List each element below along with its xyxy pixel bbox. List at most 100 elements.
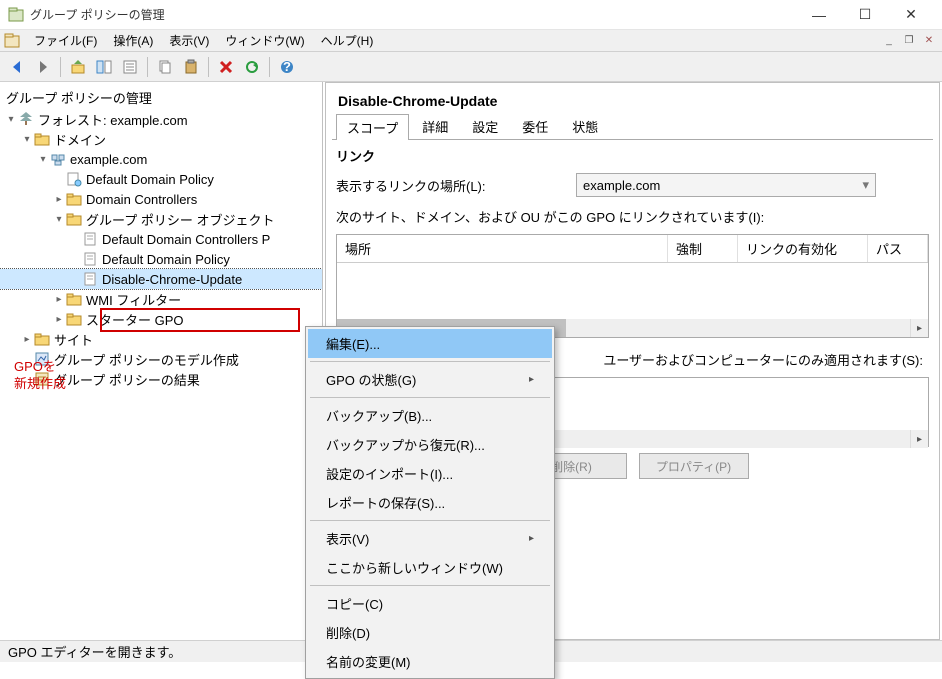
results-icon [34,371,50,387]
expander-icon[interactable]: ▸ [52,314,66,325]
tab-detail[interactable]: 詳細 [411,113,459,139]
up-button[interactable] [67,56,89,78]
tree-domain-example[interactable]: ▾ example.com [0,149,322,169]
scroll-right-button[interactable]: ▸ [910,430,928,448]
tree-domains[interactable]: ▾ ドメイン [0,129,322,149]
domain-icon [50,151,66,167]
menu-help[interactable]: ヘルプ(H) [313,30,382,51]
folder-icon [66,311,82,327]
cm-restore[interactable]: バックアップから復元(R)... [308,430,552,459]
tree-disable-chrome-update[interactable]: Disable-Chrome-Update [0,269,322,289]
folder-icon [66,211,82,227]
expander-icon[interactable]: ▾ [36,154,50,165]
menu-bar: ファイル(F) 操作(A) 表示(V) ウィンドウ(W) ヘルプ(H) _ ❐ … [0,30,942,52]
tree-gpo-folder[interactable]: ▾ グループ ポリシー オブジェクト [0,209,322,229]
menu-file[interactable]: ファイル(F) [26,30,105,51]
gpo-title: Disable-Chrome-Update [332,89,933,113]
window-title: グループ ポリシーの管理 [30,6,796,23]
svg-text:?: ? [283,59,291,74]
submenu-arrow-icon: ▸ [529,374,534,385]
col-location[interactable]: 場所 [337,235,668,262]
tree-modeling[interactable]: グループ ポリシーのモデル作成 [0,349,322,369]
link-location-label: 表示するリンクの場所(L): [336,176,566,195]
tab-scope[interactable]: スコープ [336,114,409,140]
menu-view[interactable]: 表示(V) [161,30,217,51]
expander-icon[interactable]: ▸ [20,334,34,345]
tree-results[interactable]: グループ ポリシーの結果 [0,369,322,389]
expander-icon[interactable]: ▾ [20,134,34,145]
cm-separator [310,585,550,586]
cm-new-window[interactable]: ここから新しいウィンドウ(W) [308,553,552,582]
menu-window[interactable]: ウィンドウ(W) [217,30,312,51]
tab-settings[interactable]: 設定 [461,113,509,139]
help-button[interactable]: ? [276,56,298,78]
gpo-icon [82,231,98,247]
tree-domain-controllers[interactable]: ▸ Domain Controllers [0,189,322,209]
mdi-minimize-button[interactable]: _ [880,32,898,50]
mmc-icon [4,33,20,49]
tree-sites[interactable]: ▸ サイト [0,329,322,349]
refresh-button[interactable] [241,56,263,78]
tree-wmi-filter[interactable]: ▸ WMI フィルター [0,289,322,309]
back-button[interactable] [6,56,28,78]
link-caption: 次のサイト、ドメイン、および OU がこの GPO にリンクされています(I): [332,201,933,234]
forest-icon [18,111,34,127]
properties-button[interactable]: プロパティ(P) [639,453,749,479]
link-location-value: example.com [583,178,660,193]
cm-copy[interactable]: コピー(C) [308,589,552,618]
tab-delegation[interactable]: 委任 [511,113,559,139]
gpo-link-icon [66,171,82,187]
col-force[interactable]: 強制 [668,235,738,262]
link-section-label: リンク [332,140,933,169]
expander-icon[interactable]: ▾ [52,214,66,225]
grid-body [337,263,928,319]
tab-status[interactable]: 状態 [561,113,609,139]
tree-root[interactable]: グループ ポリシーの管理 [0,86,322,109]
link-location-combo[interactable]: example.com ▾ [576,173,876,197]
tree-starter-gpo[interactable]: ▸ スターター GPO [0,309,322,329]
cm-view[interactable]: 表示(V)▸ [308,524,552,553]
cm-gpo-status[interactable]: GPO の状態(G)▸ [308,365,552,394]
menu-action[interactable]: 操作(A) [105,30,161,51]
tree-pane: グループ ポリシーの管理 ▾ フォレスト: example.com ▾ ドメイン [0,82,323,640]
col-path[interactable]: パス [868,235,928,262]
minimize-button[interactable]: — [796,0,842,30]
status-text: GPO エディターを開きます。 [8,642,181,661]
copy-button[interactable] [154,56,176,78]
maximize-button[interactable]: ☐ [842,0,888,30]
cm-separator [310,397,550,398]
cm-separator [310,361,550,362]
ou-icon [66,191,82,207]
expander-icon[interactable]: ▸ [52,294,66,305]
cm-save-report[interactable]: レポートの保存(S)... [308,488,552,517]
properties-button[interactable] [119,56,141,78]
tree-ddcp[interactable]: Default Domain Controllers P [0,229,322,249]
chevron-down-icon: ▾ [862,177,869,193]
tree-ddp2[interactable]: Default Domain Policy [0,249,322,269]
show-hide-tree-button[interactable] [93,56,115,78]
app-icon [8,7,24,23]
forward-button[interactable] [32,56,54,78]
close-button[interactable]: ✕ [888,0,934,30]
paste-button[interactable] [180,56,202,78]
gpo-icon [82,251,98,267]
expander-icon[interactable]: ▾ [4,114,18,125]
col-link-enabled[interactable]: リンクの有効化 [738,235,868,262]
link-grid[interactable]: 場所 強制 リンクの有効化 パス ▸ [336,234,929,338]
cm-backup[interactable]: バックアップ(B)... [308,401,552,430]
toolbar: ? [0,52,942,82]
mdi-restore-button[interactable]: ❐ [900,32,918,50]
folder-icon [34,331,50,347]
mdi-close-button[interactable]: ✕ [920,32,938,50]
scroll-right-button[interactable]: ▸ [910,319,928,337]
modeling-icon [34,351,50,367]
tree-forest[interactable]: ▾ フォレスト: example.com [0,109,322,129]
tree-default-domain-policy[interactable]: Default Domain Policy [0,169,322,189]
tab-strip: スコープ 詳細 設定 委任 状態 [332,113,933,140]
cm-import[interactable]: 設定のインポート(I)... [308,459,552,488]
cm-edit[interactable]: 編集(E)... [308,329,552,358]
cm-delete[interactable]: 削除(D) [308,618,552,647]
grid-header: 場所 強制 リンクの有効化 パス [337,235,928,263]
expander-icon[interactable]: ▸ [52,194,66,205]
delete-button[interactable] [215,56,237,78]
